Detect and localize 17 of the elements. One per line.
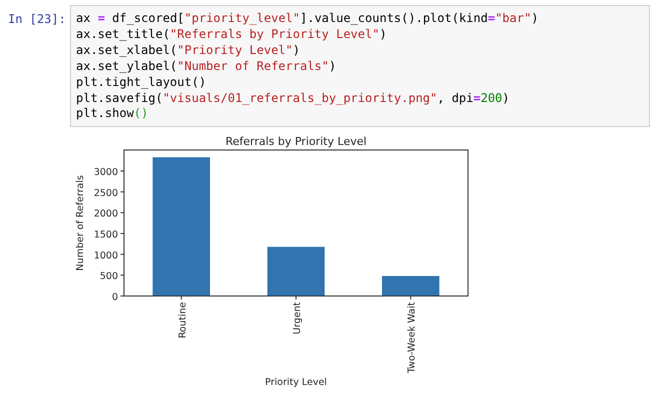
y-tick-label: 2000 <box>94 208 118 220</box>
y-tick-label: 500 <box>100 271 118 282</box>
x-axis-label: Priority Level <box>265 377 327 388</box>
y-tick-label: 3000 <box>94 167 118 178</box>
y-tick-label: 1500 <box>94 230 118 240</box>
x-tick-label: Two-Week Wait <box>406 302 418 374</box>
y-tick-label: 1000 <box>94 250 118 262</box>
bar <box>267 246 325 296</box>
x-tick-label: Routine <box>177 302 188 338</box>
y-tick-label: 0 <box>112 292 118 303</box>
x-tick-label: Urgent <box>292 302 303 334</box>
y-axis-label: Number of Referrals <box>75 175 86 271</box>
code-editor[interactable]: ax = df_scored["priority_level"].value_counts().plot(kind="bar") ax.set_title("Referrals by Priority Level") ax.set_xlabel("Priority Level") ax.set_ylabel("Number of Referrals") plt.tight_layout() plt.savefig("visuals/01_referrals_by_priority.png", dpi=200) plt.show() <box>70 5 650 127</box>
input-prompt: In [23]: <box>7 11 67 27</box>
chart-title: Referrals by Priority Level <box>225 135 367 148</box>
y-tick-label: 2500 <box>94 188 118 199</box>
bar <box>382 276 440 296</box>
